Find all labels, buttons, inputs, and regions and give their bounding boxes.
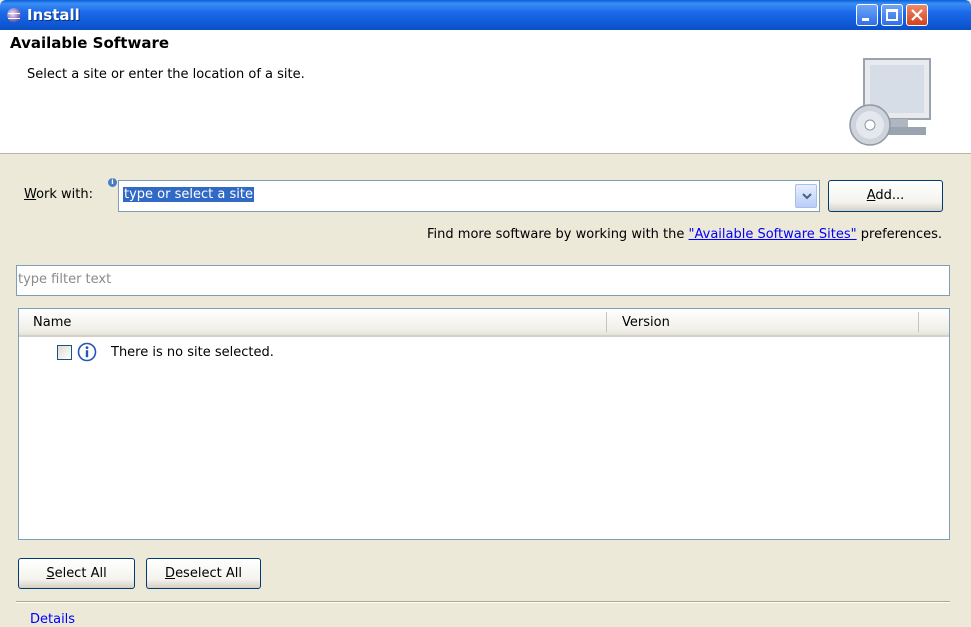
- available-software-sites-link[interactable]: "Available Software Sites": [689, 227, 857, 242]
- column-separator[interactable]: [918, 312, 919, 332]
- deselect-all-button[interactable]: Deselect All: [146, 558, 261, 589]
- title-bar[interactable]: Install: [0, 0, 971, 30]
- column-separator[interactable]: [606, 312, 607, 332]
- close-button[interactable]: [906, 4, 928, 26]
- work-with-combo[interactable]: type or select a site: [118, 180, 820, 212]
- separator: [16, 601, 950, 603]
- filter-placeholder: type filter text: [18, 272, 112, 287]
- eclipse-icon: [7, 8, 21, 22]
- software-table[interactable]: Name Version There is no site selected.: [18, 308, 950, 540]
- details-link[interactable]: Details: [30, 612, 75, 627]
- minimize-button[interactable]: [856, 4, 878, 26]
- page-description: Select a site or enter the location of a…: [27, 67, 305, 82]
- find-more-text: Find more software by working with the "…: [427, 227, 942, 242]
- work-with-input[interactable]: type or select a site: [123, 187, 254, 202]
- work-with-label: Work with:: [24, 187, 94, 202]
- row-checkbox[interactable]: [57, 345, 72, 360]
- column-header-name[interactable]: Name: [33, 315, 71, 330]
- close-icon: [911, 9, 923, 21]
- select-all-button[interactable]: Select All: [18, 558, 135, 589]
- filter-input[interactable]: type filter text: [16, 265, 950, 296]
- info-decoration-icon: i: [108, 178, 117, 187]
- column-header-version[interactable]: Version: [622, 315, 670, 330]
- combo-dropdown-button[interactable]: [795, 184, 817, 208]
- table-header: Name Version: [19, 309, 949, 337]
- row-label: There is no site selected.: [111, 345, 274, 360]
- page-title: Available Software: [10, 34, 170, 52]
- software-install-icon: [849, 58, 931, 146]
- info-icon: [77, 342, 97, 362]
- add-site-button[interactable]: Add...: [828, 180, 943, 212]
- window-title: Install: [27, 6, 80, 24]
- chevron-down-icon: [802, 193, 812, 200]
- maximize-button[interactable]: [881, 4, 903, 26]
